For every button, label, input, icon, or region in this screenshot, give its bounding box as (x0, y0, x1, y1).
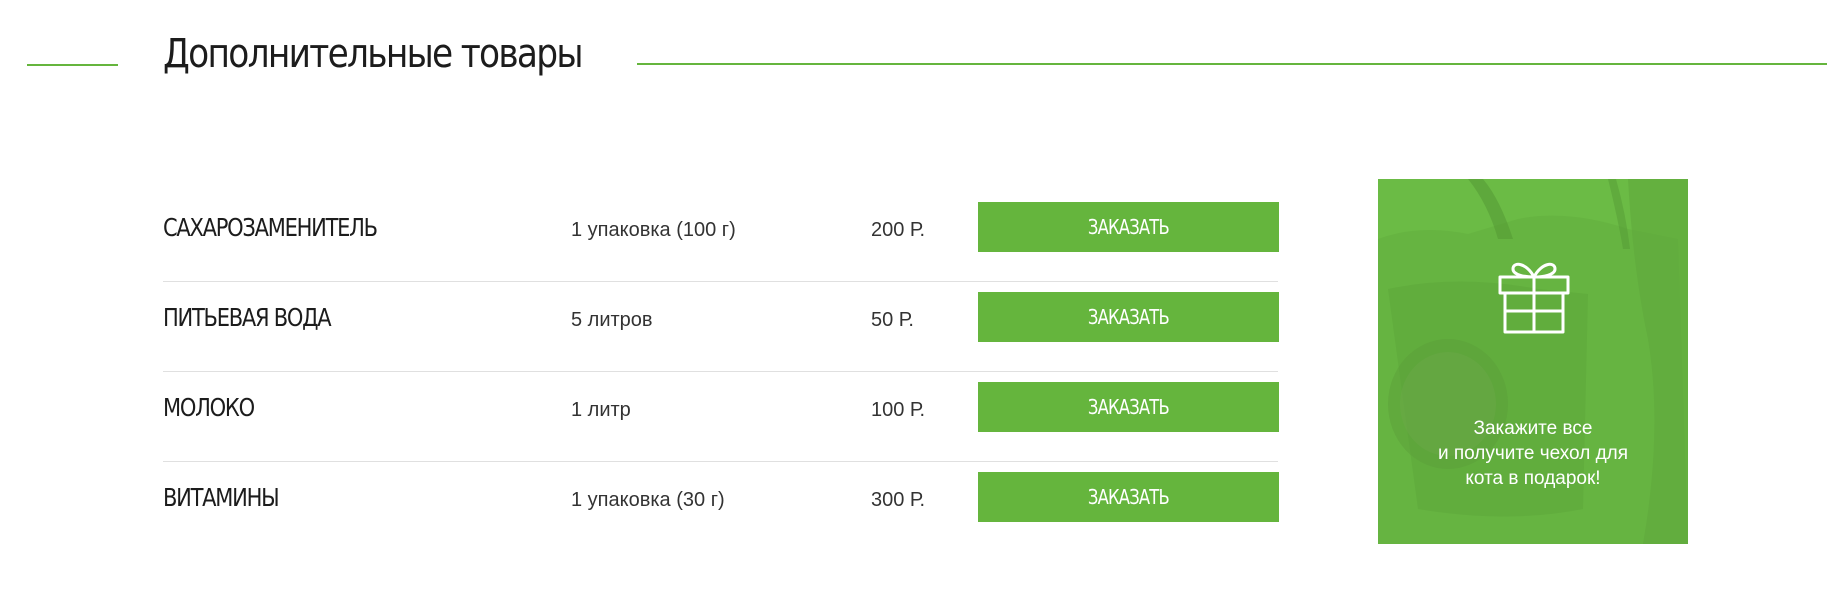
product-name: ПИТЬЕВАЯ ВОДА (163, 303, 332, 332)
product-quantity: 1 упаковка (100 г) (571, 219, 736, 241)
gift-icon (1498, 262, 1570, 334)
header-rule-left (27, 64, 118, 66)
product-quantity: 1 литр (571, 399, 631, 421)
promo-text: Закажите все и получите чехол для кота в… (1378, 416, 1688, 491)
promo-line: Закажите все (1473, 418, 1593, 439)
product-row: МОЛОКО 1 литр 100 Р. ЗАКАЗАТЬ (163, 372, 1279, 462)
section-title: Дополнительные товары (163, 31, 584, 77)
promo-line: и получите чехол для (1437, 443, 1629, 464)
order-button-label: ЗАКАЗАТЬ (1087, 485, 1170, 509)
product-row: ВИТАМИНЫ 1 упаковка (30 г) 300 Р. ЗАКАЗА… (163, 462, 1279, 551)
product-quantity: 5 литров (571, 309, 653, 331)
product-price: 100 Р. (871, 399, 926, 421)
product-row: ПИТЬЕВАЯ ВОДА 5 литров 50 Р. ЗАКАЗАТЬ (163, 282, 1279, 372)
product-price: 50 Р. (871, 309, 914, 331)
product-price: 300 Р. (871, 489, 926, 511)
header-rule-right (637, 63, 1827, 65)
product-name: ВИТАМИНЫ (163, 483, 280, 512)
product-list: САХАРОЗАМЕНИТЕЛЬ 1 упаковка (100 г) 200 … (163, 192, 1279, 551)
product-name: МОЛОКО (163, 393, 255, 422)
order-button-label: ЗАКАЗАТЬ (1087, 395, 1170, 419)
order-button[interactable]: ЗАКАЗАТЬ (978, 472, 1279, 522)
order-button-label: ЗАКАЗАТЬ (1087, 305, 1170, 329)
product-price: 200 Р. (871, 219, 926, 241)
product-name: САХАРОЗАМЕНИТЕЛЬ (163, 213, 378, 242)
product-quantity: 1 упаковка (30 г) (571, 489, 725, 511)
product-row: САХАРОЗАМЕНИТЕЛЬ 1 упаковка (100 г) 200 … (163, 192, 1279, 282)
promo-line: кота в подарок! (1465, 468, 1601, 489)
promo-banner[interactable]: Закажите все и получите чехол для кота в… (1378, 179, 1688, 544)
order-button[interactable]: ЗАКАЗАТЬ (978, 292, 1279, 342)
order-button-label: ЗАКАЗАТЬ (1087, 215, 1170, 239)
order-button[interactable]: ЗАКАЗАТЬ (978, 382, 1279, 432)
order-button[interactable]: ЗАКАЗАТЬ (978, 202, 1279, 252)
section-header: Дополнительные товары (0, 22, 1847, 82)
